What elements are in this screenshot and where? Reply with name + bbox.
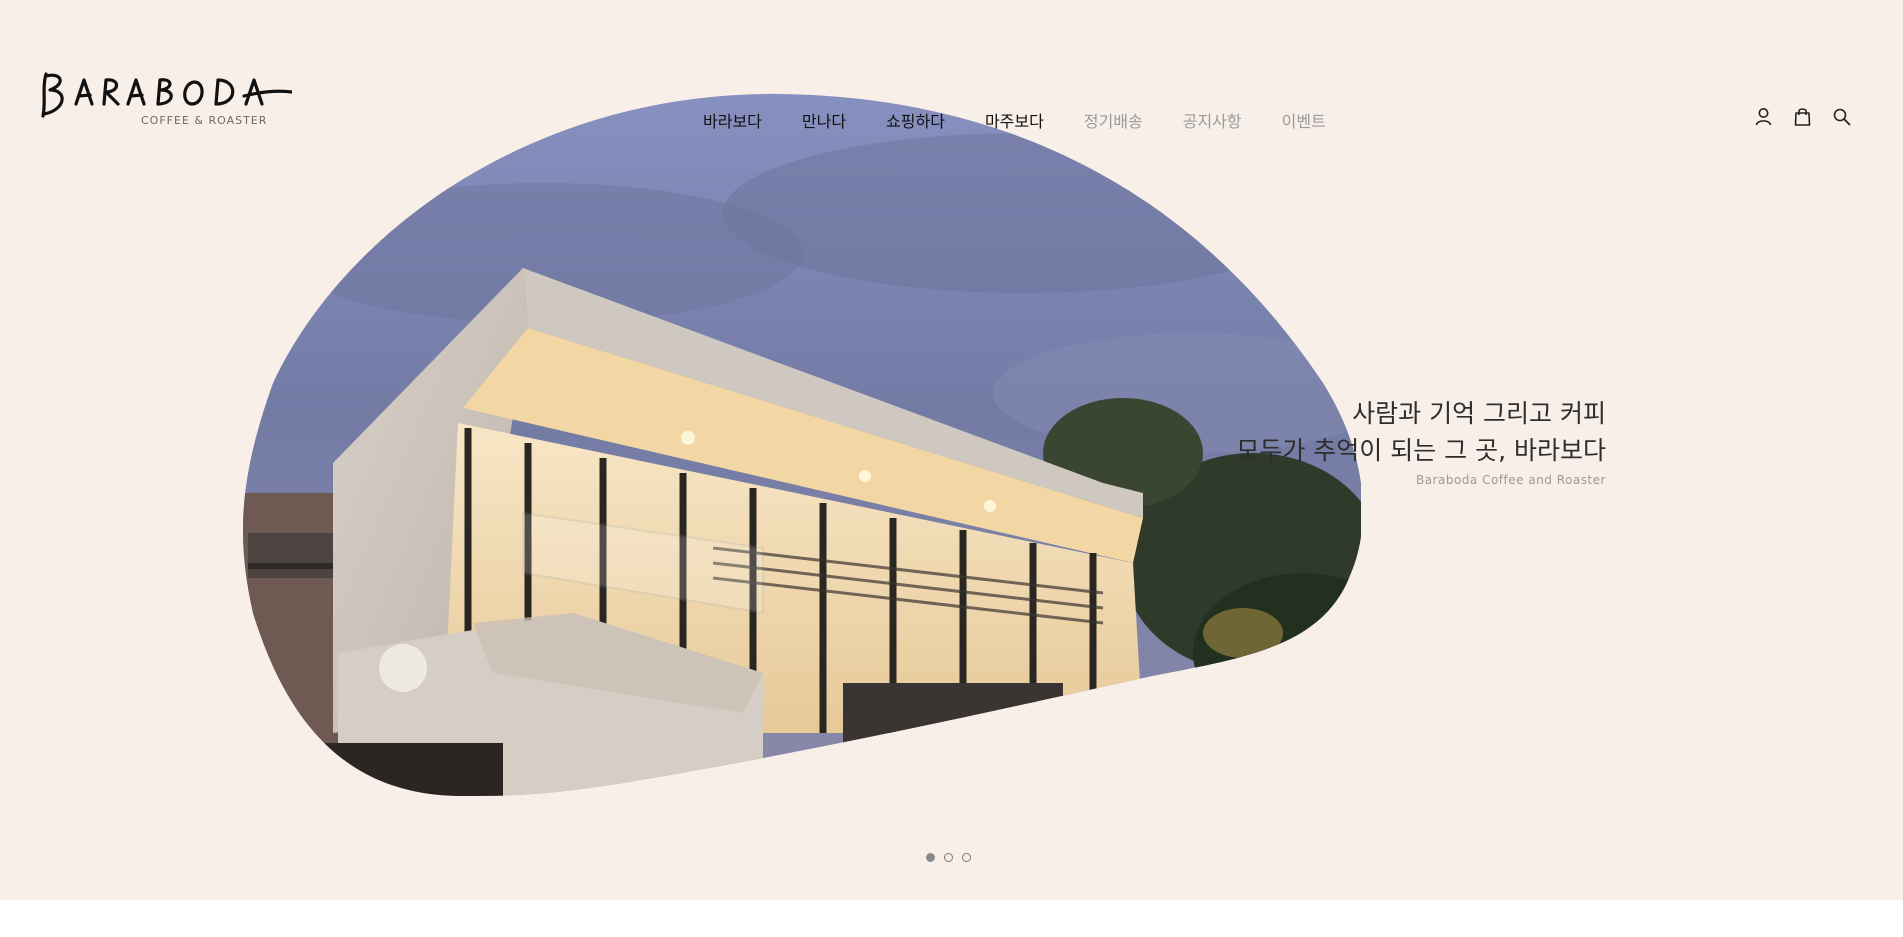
nav-item-baraboda[interactable]: 바라보다 [703, 108, 762, 132]
brand-logo[interactable]: COFFEE & ROASTER [40, 70, 292, 132]
hero-subtitle: Baraboda Coffee and Roaster [1415, 473, 1606, 487]
nav-item-majuboda[interactable]: 마주보다 [985, 108, 1044, 132]
hero-headline-line2: 모두가 추억이 되는 그 곳, 바라보다 [1236, 436, 1606, 465]
hero-section: COFFEE & ROASTER 바라보다 만나다 쇼핑하다 마주보다 정기배송… [0, 0, 1903, 900]
nav-item-mannada[interactable]: 만나다 [802, 108, 846, 132]
nav-item-event[interactable]: 이벤트 [1282, 108, 1326, 132]
user-icon[interactable] [1753, 106, 1774, 127]
shopping-bag-icon[interactable] [1792, 106, 1813, 127]
page-below-fold [0, 900, 1903, 937]
carousel-pagination [926, 853, 971, 862]
carousel-dot-3[interactable] [962, 853, 971, 862]
hero-image [243, 93, 1361, 796]
carousel-dot-2[interactable] [944, 853, 953, 862]
logo-subtitle: COFFEE & ROASTER [141, 114, 268, 127]
nav-item-subscription[interactable]: 정기배송 [1084, 108, 1143, 132]
hero-headline-line1: 사람과 기억 그리고 커피 [1352, 399, 1606, 428]
search-icon[interactable] [1831, 106, 1852, 127]
nav-item-shopping[interactable]: 쇼핑하다 [886, 108, 945, 132]
main-nav: 바라보다 만나다 쇼핑하다 마주보다 정기배송 공지사항 이벤트 [703, 108, 1366, 132]
nav-item-notice[interactable]: 공지사항 [1183, 108, 1242, 132]
hero-tagline: 사람과 기억 그리고 커피 모두가 추억이 되는 그 곳, 바라보다 Barab… [1236, 395, 1606, 487]
carousel-dot-1[interactable] [926, 853, 935, 862]
header-icons [1753, 106, 1852, 127]
